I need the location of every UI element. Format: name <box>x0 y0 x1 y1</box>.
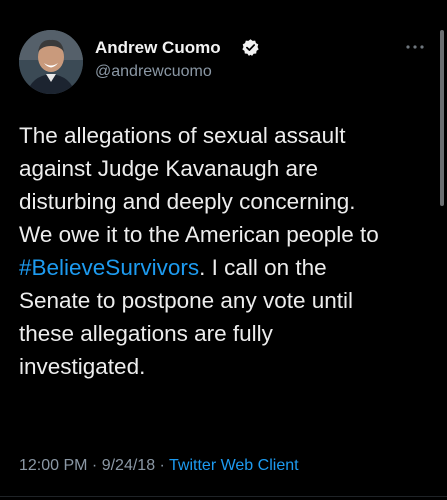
tweet-line-rest: . I call on the <box>199 255 327 280</box>
tweet-date[interactable]: 9/24/18 <box>102 457 155 474</box>
scrollbar[interactable] <box>440 30 444 206</box>
tweet-line: investigated. <box>19 354 146 379</box>
meta-separator: · <box>155 457 170 474</box>
tweet-client-link[interactable]: Twitter Web Client <box>169 457 299 474</box>
tweet-line-hashtag: #BelieveSurvivors. I call on the <box>19 251 439 284</box>
more-options-icon[interactable] <box>405 42 425 52</box>
tweet: Andrew Cuomo @andrewcuomo The allegation… <box>0 0 447 500</box>
verified-badge-icon <box>242 39 259 56</box>
divider <box>0 496 447 497</box>
tweet-line: We owe it to the American people to <box>19 222 379 247</box>
tweet-line: Senate to postpone any vote until <box>19 288 353 313</box>
hashtag-link[interactable]: #BelieveSurvivors <box>19 255 199 280</box>
meta-separator: · <box>87 457 102 474</box>
author-display-name[interactable]: Andrew Cuomo <box>95 38 221 58</box>
tweet-line: The allegations of sexual assault <box>19 123 346 148</box>
tweet-meta: 12:00 PM · 9/24/18 · Twitter Web Client <box>19 457 299 475</box>
avatar[interactable] <box>19 30 83 94</box>
tweet-line: disturbing and deeply concerning. <box>19 189 356 214</box>
avatar-image <box>19 30 83 94</box>
tweet-time[interactable]: 12:00 PM <box>19 457 87 474</box>
tweet-text: The allegations of sexual assault agains… <box>19 119 439 383</box>
tweet-line: these allegations are fully <box>19 321 273 346</box>
tweet-line: against Judge Kavanaugh are <box>19 156 318 181</box>
author-handle[interactable]: @andrewcuomo <box>95 63 212 81</box>
